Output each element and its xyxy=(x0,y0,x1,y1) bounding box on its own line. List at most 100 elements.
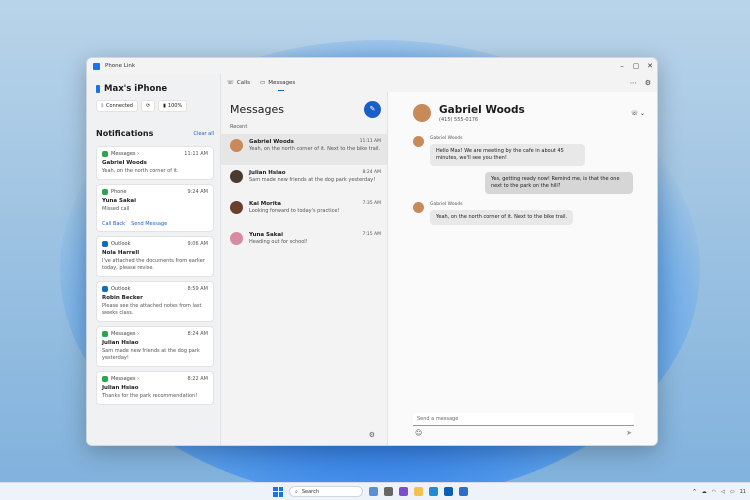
conversation-preview: Sam made new friends at the dog park yes… xyxy=(249,177,376,183)
chat-pane: Gabriel Woods (415) 555-0176 ☏ ⌄ Gabriel… xyxy=(388,92,657,445)
connection-status[interactable]: ᛒ Connected xyxy=(96,100,138,112)
emoji-icon[interactable]: ☺ xyxy=(415,429,422,437)
close-button[interactable]: ✕ xyxy=(643,62,657,70)
taskbar: ⌕ Search ^ ☁ ◠ ◁ ▭ 11 xyxy=(0,482,750,500)
app-badge-icon xyxy=(102,241,108,247)
conversation-time: 7:35 AM xyxy=(362,201,382,206)
notification-card[interactable]: Outlook 9:06 AM Nola Harrell I've attached … xyxy=(96,236,214,277)
message-input[interactable]: Send a message xyxy=(413,413,634,426)
tab-calls[interactable]: ☏ Calls xyxy=(227,80,250,86)
notification-text: Thanks for the park recommendation! xyxy=(102,393,198,399)
battery-tray-icon[interactable]: ▭ xyxy=(730,489,735,495)
start-button[interactable] xyxy=(273,486,283,497)
notification-time: 8:22 AM xyxy=(187,376,208,382)
notification-card[interactable]: Messages › 11:11 AM Gabriel Woods Yeah, on … xyxy=(96,146,214,180)
conversation-preview: Yeah, on the north corner of it. Next to… xyxy=(249,146,381,152)
battery-label: 100% xyxy=(167,103,183,109)
notification-text: Please see the attached notes from last … xyxy=(102,303,202,316)
notification-sender: Gabriel Woods xyxy=(102,160,147,166)
more-options-icon[interactable]: ⋯ xyxy=(630,79,637,87)
conversation-preview: Heading out for school! xyxy=(249,239,308,245)
conversation-time: 11:11 AM xyxy=(359,139,381,144)
notification-action[interactable]: Call Back xyxy=(102,221,125,227)
maximize-button[interactable]: ▢ xyxy=(629,62,643,70)
settings-gear-icon[interactable]: ⚙ xyxy=(645,79,651,87)
notification-sender: Julian Hsiao xyxy=(102,340,139,346)
notification-time: 9:06 AM xyxy=(187,241,208,247)
volume-icon[interactable]: ◁ xyxy=(721,489,725,495)
tab-messages-label: Messages xyxy=(268,80,296,86)
conversation-item[interactable]: Kai Morita 7:35 AM Looking forward to toda… xyxy=(221,196,387,227)
chevron-up-icon[interactable]: ^ xyxy=(692,489,696,495)
conversation-name: Julian Hsiao xyxy=(249,170,286,176)
phone-link-taskbar-icon[interactable] xyxy=(459,487,468,496)
message-bubble: Yes, getting ready now! Remind me, is th… xyxy=(485,172,633,194)
message-sender: Gabriel Woods xyxy=(430,202,463,207)
task-view-icon[interactable] xyxy=(384,487,393,496)
notification-time: 9:24 AM xyxy=(187,189,208,195)
notification-card[interactable]: Outlook 8:59 AM Robin Becker Please see the… xyxy=(96,281,214,322)
avatar xyxy=(230,170,243,183)
conversation-item[interactable]: Yuna Sakai 7:15 AM Heading out for school! xyxy=(221,227,387,258)
messages-settings-gear-icon[interactable]: ⚙ xyxy=(369,431,375,439)
new-message-button[interactable]: ✎ xyxy=(364,100,381,118)
notification-app: Outlook xyxy=(111,241,131,247)
system-tray: ^ ☁ ◠ ◁ ▭ 11 xyxy=(692,489,746,495)
avatar xyxy=(413,136,424,147)
notification-card[interactable]: Messages › 8:24 AM Julian Hsiao Sam made ne… xyxy=(96,326,214,367)
store-icon[interactable] xyxy=(444,487,453,496)
notification-card[interactable]: Messages › 8:22 AM Julian Hsiao Thanks for … xyxy=(96,371,214,405)
conversation-time: 7:15 AM xyxy=(362,232,382,237)
app-badge-icon xyxy=(102,151,108,157)
teams-icon[interactable] xyxy=(399,487,408,496)
conversation-item[interactable]: Julian Hsiao 8:24 AM Sam made new friends … xyxy=(221,165,387,196)
clock[interactable]: 11 xyxy=(740,489,746,495)
message-sender: Gabriel Woods xyxy=(430,136,463,141)
contact-phone: (415) 555-0176 xyxy=(439,116,479,123)
edge-icon[interactable] xyxy=(429,487,438,496)
wifi-icon[interactable]: ◠ xyxy=(712,489,716,495)
battery-status: ▮ 100% xyxy=(158,100,188,112)
notification-app: Outlook xyxy=(111,286,131,292)
device-name-label: Max's iPhone xyxy=(104,84,168,94)
bluetooth-icon: ᛒ xyxy=(101,103,105,109)
notification-card[interactable]: Phone 9:24 AM Yuna Sakai Missed call Call Ba… xyxy=(96,184,214,232)
message-bubble: Yeah, on the north corner of it. Next to… xyxy=(430,210,574,225)
app-badge-icon xyxy=(102,189,108,195)
app-badge-icon xyxy=(102,286,108,292)
device-name[interactable]: Max's iPhone xyxy=(96,84,220,94)
avatar xyxy=(413,202,424,213)
taskbar-search-label: Search xyxy=(301,488,319,495)
notification-sender: Robin Becker xyxy=(102,295,143,301)
connection-label: Connected xyxy=(106,103,133,109)
tab-messages[interactable]: ▭ Messages xyxy=(260,80,296,91)
phone-icon xyxy=(96,85,100,93)
file-explorer-icon[interactable] xyxy=(414,487,423,496)
notification-app: Messages › xyxy=(111,376,140,382)
phone-link-app-icon xyxy=(93,62,100,70)
conversation-item[interactable]: Gabriel Woods 11:11 AM Yeah, on the north … xyxy=(221,134,387,165)
calls-icon: ☏ xyxy=(227,80,234,86)
incoming-message: Gabriel Woods Yeah, on the north corner o… xyxy=(413,202,633,225)
phone-link-window: Phone Link – ▢ ✕ Max's iPhone ᛒ Connecte… xyxy=(86,57,658,446)
notification-action[interactable]: Send Message xyxy=(131,221,167,227)
cloud-icon[interactable]: ☁ xyxy=(702,489,707,495)
notification-sender: Julian Hsiao xyxy=(102,385,139,391)
messages-pane: Messages ✎ Recent Gabriel Woods 11:11 AM Y… xyxy=(221,92,388,445)
clear-all-button[interactable]: Clear all xyxy=(193,131,214,137)
send-icon[interactable]: ➤ xyxy=(626,429,632,437)
sync-icon: ⟳ xyxy=(145,103,151,109)
avatar xyxy=(230,139,243,152)
window-title: Phone Link xyxy=(105,63,136,69)
notification-time: 8:59 AM xyxy=(187,286,208,292)
minimize-button[interactable]: – xyxy=(615,62,629,70)
message-bubble: Hello Max! We are meeting by the cafe in… xyxy=(430,144,585,166)
taskbar-search[interactable]: ⌕ Search xyxy=(289,486,363,497)
search-icon: ⌕ xyxy=(295,488,298,495)
sync-button[interactable]: ⟳ xyxy=(140,100,156,112)
conversation-name: Gabriel Woods xyxy=(249,139,294,145)
conversation-name: Yuna Sakai xyxy=(249,232,283,238)
call-button[interactable]: ☏ ⌄ xyxy=(631,110,645,117)
copilot-icon[interactable] xyxy=(369,487,378,496)
conversation-preview: Looking forward to today's practice! xyxy=(249,208,340,214)
